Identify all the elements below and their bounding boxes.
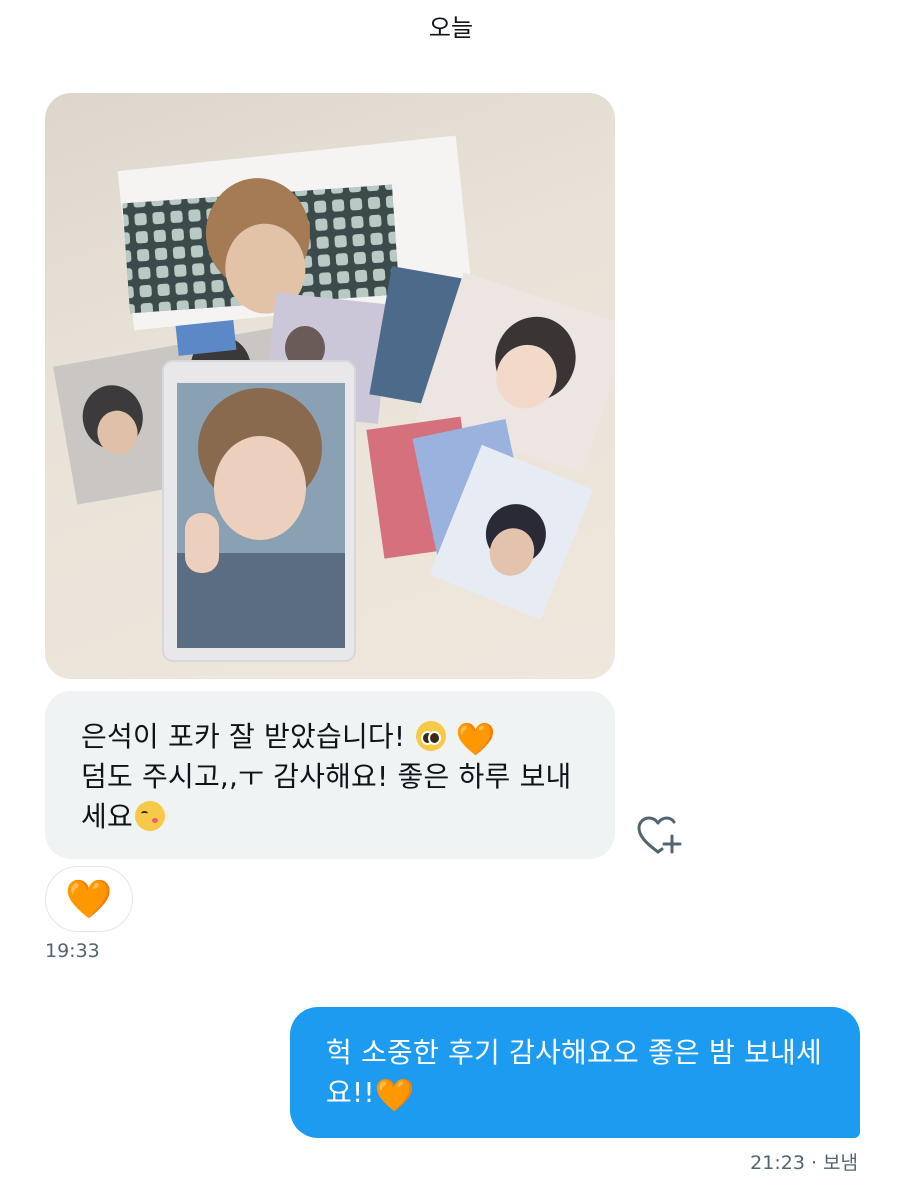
- sent-line-2: 요!!: [326, 1076, 375, 1109]
- reaction-badge[interactable]: 🧡: [45, 866, 133, 932]
- received-line-1: 은석이 포카 잘 받았습니다!: [81, 720, 415, 753]
- pleading-face-icon: [416, 721, 447, 751]
- heart-plus-icon: [637, 816, 682, 854]
- photo-attachment[interactable]: [45, 93, 615, 679]
- received-message-text: 은석이 포카 잘 받았습니다! 🧡 덤도 주시고,,ㅜ 감사해요! 좋은 하루 보…: [81, 717, 581, 837]
- sent-message-text: 헉 소중한 후기 감사해요오 좋은 밤 보내세요!!🧡: [326, 1033, 830, 1113]
- received-message-bubble[interactable]: 은석이 포카 잘 받았습니다! 🧡 덤도 주시고,,ㅜ 감사해요! 좋은 하루 보…: [45, 691, 615, 859]
- orange-heart-icon: 🧡: [455, 720, 496, 758]
- received-line-2: 덤도 주시고,,ㅜ 감사해요! 좋은 하루 보내: [81, 760, 572, 793]
- sent-message-bubble[interactable]: 헉 소중한 후기 감사해요오 좋은 밤 보내세요!!🧡: [290, 1007, 860, 1138]
- date-header: 오늘: [428, 14, 474, 42]
- received-line-3: 세요: [81, 800, 133, 833]
- received-timestamp: 19:33: [45, 940, 100, 962]
- sent-timestamp: 21:23 · 보냄: [750, 1152, 858, 1174]
- photocard-photo: [53, 135, 615, 662]
- kissing-face-icon: [134, 801, 165, 831]
- add-reaction-button[interactable]: [636, 814, 682, 858]
- orange-heart-icon: 🧡: [374, 1076, 415, 1114]
- sent-line-1: 헉 소중한 후기 감사해요오 좋은 밤 보내세: [326, 1036, 822, 1069]
- orange-heart-icon: 🧡: [65, 877, 113, 921]
